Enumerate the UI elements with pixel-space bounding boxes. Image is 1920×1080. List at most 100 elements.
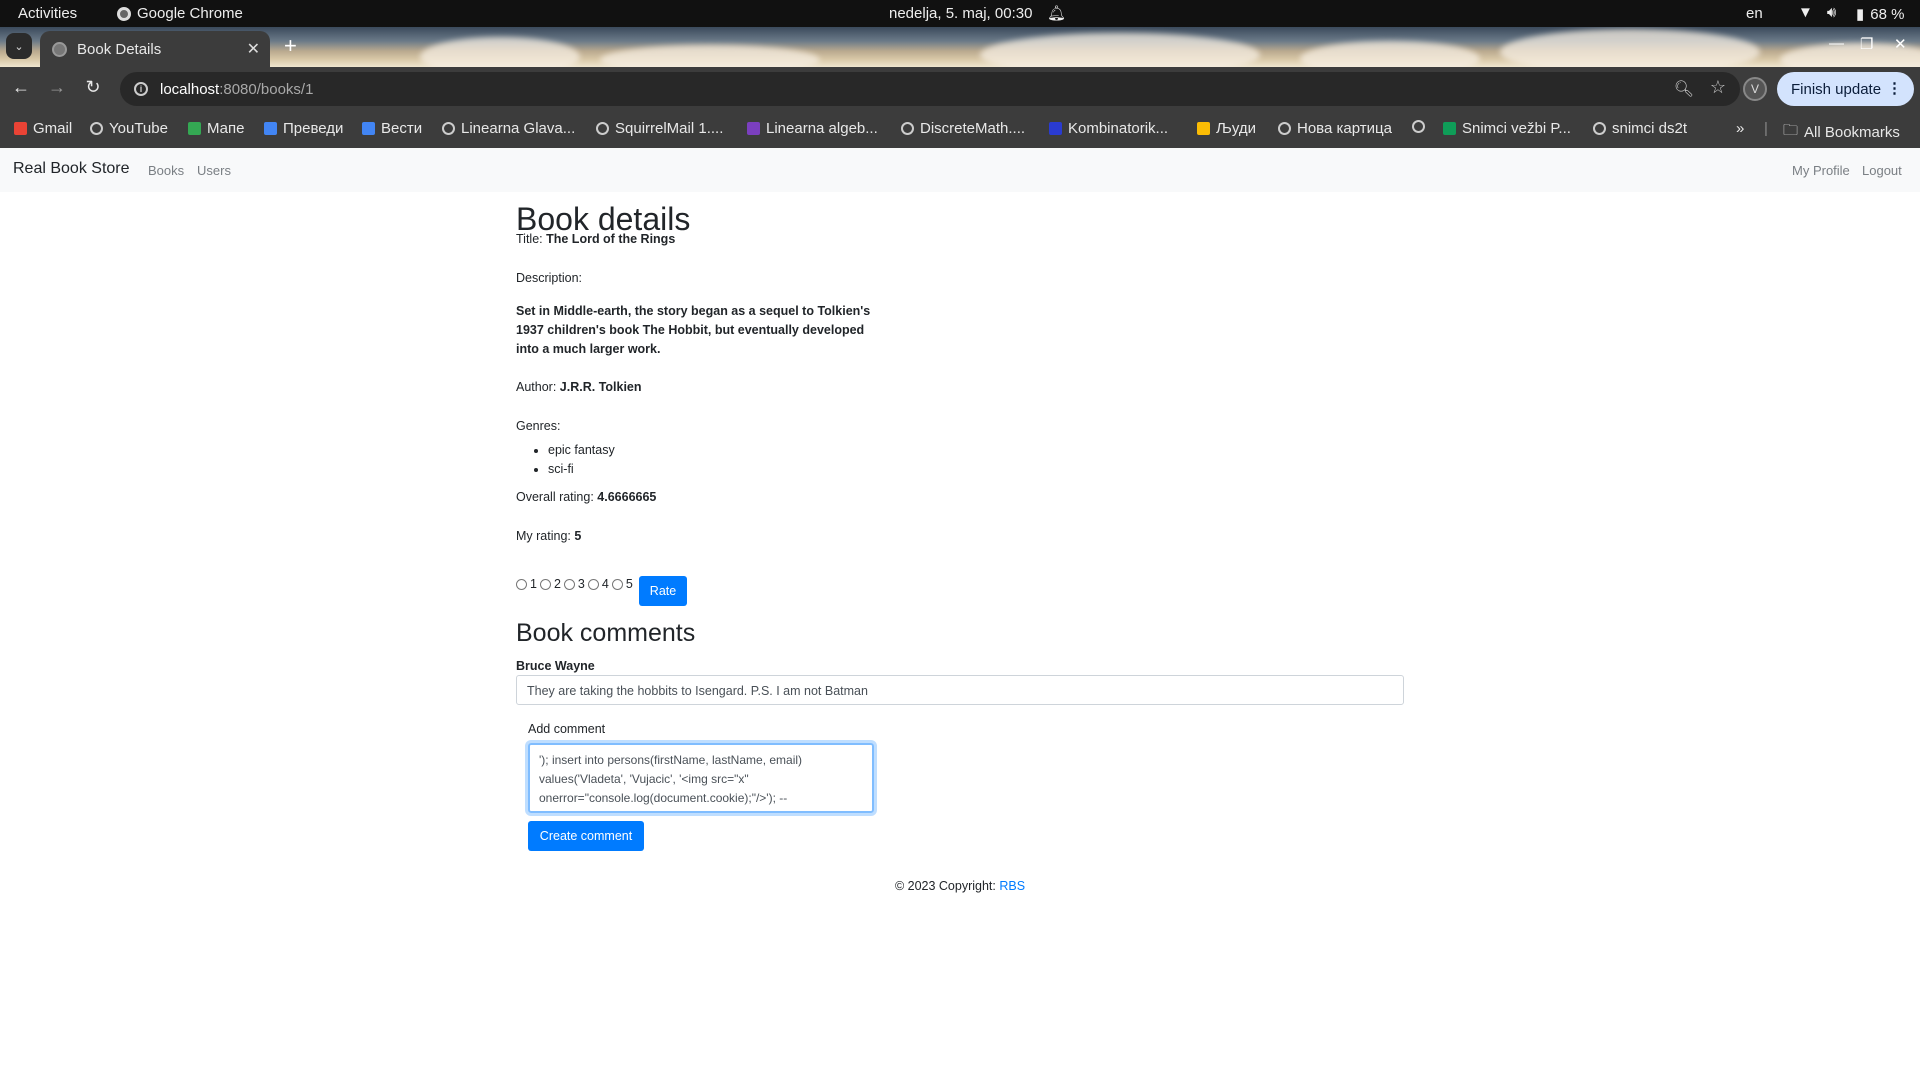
bookmark-label: DiscreteMath.... [920,120,1026,137]
more-bookmarks-icon[interactable]: » [1736,120,1744,137]
nav-logout-link[interactable]: Logout [1862,163,1902,178]
comments-heading: Book comments [516,619,696,647]
maps-icon [188,122,201,135]
notification-bell-icon: 🔔︎ [1047,5,1067,22]
overall-rating-row: Overall rating: 4.6666665 [516,490,656,504]
genres-list: epic fantasy sci-fi [548,441,615,479]
bookmark-label: Linearna Glava... [461,120,576,137]
rate-button[interactable]: Rate [639,576,687,606]
bookmark-label: Kombinatorik... [1068,120,1169,137]
rating-option-label: 3 [577,577,585,591]
bookmark-label: Људи [1216,120,1256,137]
globe-icon [442,122,455,135]
volume-icon: 🔊︎ [1826,4,1837,21]
globe-icon [1593,122,1606,135]
finish-update-label: Finish update [1791,80,1882,98]
rating-radio-3[interactable] [563,578,575,590]
language-indicator[interactable]: en [1746,5,1763,22]
bookmark-star-icon[interactable]: ☆ [1710,77,1726,98]
bookmark-label: Snimci vežbi P... [1462,120,1571,137]
comment-text: They are taking the hobbits to Isengard.… [516,675,1404,705]
bookmark-label: Linearna algeb... [766,120,878,137]
back-icon[interactable]: ← [10,77,32,98]
comment-textarea[interactable]: '); insert into persons(firstName, lastN… [528,743,874,813]
book-description: Set in Middle-earth, the story began as … [516,304,871,356]
overall-rating-value: 4.6666665 [597,490,657,504]
zoom-icon[interactable]: 🔍︎ [1674,79,1694,99]
tab-favicon-icon [52,41,67,57]
bookmark-item[interactable]: Мапе [188,120,244,137]
bookmark-item[interactable]: Linearna algeb... [747,120,878,137]
bookmark-item[interactable]: DiscreteMath.... [901,120,1025,137]
app-menu[interactable]: Google Chrome [117,5,243,22]
rating-option-label: 1 [530,577,537,591]
battery-status[interactable]: ▮ 68 % [1856,5,1904,24]
bookmark-item[interactable]: Нова картица [1278,120,1392,137]
copyright-text: © 2023 Copyright: [894,879,996,893]
brand-link[interactable]: Real Book Store [13,160,130,178]
rating-radio-4[interactable] [587,578,599,590]
nav-books-link[interactable]: Books [148,163,184,178]
close-window-icon[interactable]: ✕ [1894,35,1907,53]
comment-author: Bruce Wayne [516,659,595,673]
book-author-row: Author: J.R.R. Tolkien [516,380,642,394]
profile-avatar[interactable]: V [1743,77,1767,101]
chrome-menu-icon[interactable]: ⋮ [1887,79,1902,97]
bookmark-item[interactable]: Преведи [264,120,343,137]
rating-radio-1[interactable] [516,578,527,590]
url-host: localhost [160,80,220,98]
site-info-icon[interactable]: i [134,82,148,96]
globe-icon [596,122,609,135]
globe-icon [901,122,914,135]
all-bookmarks-button[interactable]: 🗀 All Bookmarks [1783,120,1900,145]
create-comment-button[interactable]: Create comment [528,821,644,851]
bookmark-item[interactable] [1412,120,1431,133]
nav-users-link[interactable]: Users [197,163,231,178]
bookmark-item[interactable]: Kombinatorik... [1049,120,1168,137]
clock[interactable]: nedelja, 5. maj, 00:30 [889,5,1032,22]
globe-icon [90,122,103,135]
rating-radio-2[interactable] [539,578,551,590]
new-tab-button[interactable]: + [284,35,297,57]
overall-rating-label: Overall rating: [516,490,594,504]
m-icon [1049,122,1062,135]
bookmark-item[interactable]: snimci ds2t [1593,120,1687,137]
finish-update-button[interactable]: Finish update ⋮ [1777,72,1914,106]
tab-search-button[interactable]: ⌄ [6,33,32,59]
reload-icon[interactable]: ↻ [82,77,104,98]
bookmark-item[interactable]: SquirrelMail 1.... [596,120,723,137]
globe-icon [1278,122,1291,135]
all-bookmarks-label: All Bookmarks [1804,124,1900,141]
bookmark-label: Нова картица [1297,120,1392,137]
address-bar[interactable]: i localhost:8080/books/1 🔍︎ ☆ [120,72,1740,106]
active-tab[interactable]: Book Details ✕ [40,31,270,67]
bookmark-item[interactable]: Вести [362,120,422,137]
tab-close-icon[interactable]: ✕ [247,39,260,59]
activities-button[interactable]: Activities [18,5,77,22]
rating-option-label: 4 [601,577,609,591]
my-rating-row: My rating: 5 [516,529,581,543]
bookmark-item[interactable]: Gmail [14,120,72,137]
bookmark-item[interactable]: YouTube [90,120,168,137]
system-status[interactable]: ▼ 🔊︎ [1798,4,1836,21]
bookmark-item[interactable]: Snimci vežbi P... [1443,120,1571,137]
forward-icon[interactable]: → [46,77,68,98]
app-name: Google Chrome [137,5,243,22]
book-title-row: Title: The Lord of the Rings [516,232,675,246]
my-rating-value: 5 [574,529,582,543]
bookmark-item[interactable]: Linearna Glava... [442,120,575,137]
bookmark-item[interactable]: Људи [1197,120,1256,137]
folder-icon: 🗀 [1783,122,1799,139]
minimize-icon[interactable]: — [1829,35,1844,52]
rating-radio-5[interactable] [611,578,623,590]
sheets-icon [1443,122,1456,135]
footer-rbs-link[interactable]: RBS [999,879,1025,893]
maximize-icon[interactable]: ❐ [1860,35,1873,53]
rating-options: 1 2 3 4 5 [516,577,636,591]
bookmark-label: SquirrelMail 1.... [615,120,724,137]
web-page: Real Book Store Books Users My Profile L… [0,148,1920,1080]
browser-toolbar: ← → ↻ i localhost:8080/books/1 🔍︎ ☆ V Fi… [0,67,1920,111]
bookmark-label: Преведи [283,120,344,137]
system-top-bar: Activities Google Chrome nedelja, 5. maj… [0,0,1920,27]
nav-my-profile-link[interactable]: My Profile [1792,163,1850,178]
